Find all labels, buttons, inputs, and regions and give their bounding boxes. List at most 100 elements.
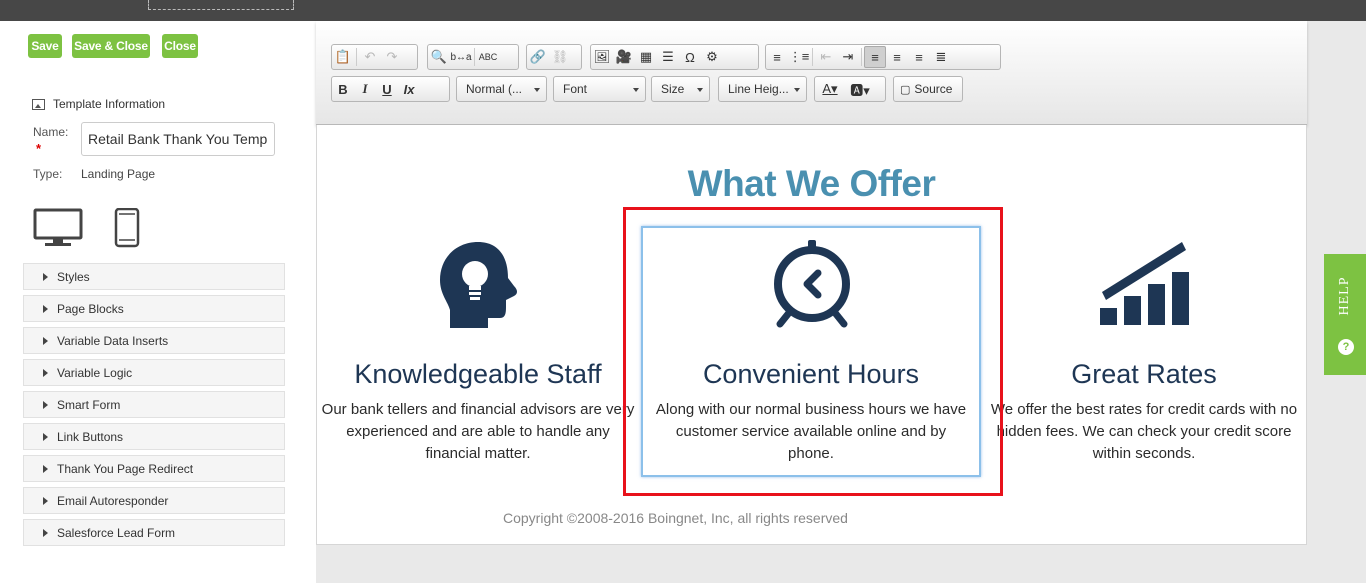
bold-button[interactable]: B: [332, 78, 354, 100]
accordion-page-blocks[interactable]: Page Blocks: [23, 295, 285, 322]
align-left-icon[interactable]: ≡: [864, 46, 886, 68]
align-center-icon[interactable]: ≡: [886, 46, 908, 68]
replace-icon[interactable]: b↔a: [450, 46, 472, 68]
horizontal-line-icon[interactable]: ☰: [657, 46, 679, 68]
spellcheck-icon[interactable]: ABC: [477, 46, 499, 68]
line-height-select-label: Line Heig...: [728, 82, 789, 96]
chevron-down-icon: [534, 88, 540, 92]
template-information-title: Template Information: [53, 97, 166, 111]
table-icon[interactable]: ▦: [635, 46, 657, 68]
chevron-right-icon: [43, 529, 48, 537]
help-label: HELP: [1337, 276, 1352, 316]
special-character-icon[interactable]: Ω: [679, 46, 701, 68]
chevron-right-icon: [43, 433, 48, 441]
left-panel: Save Save & Close Close Template Informa…: [0, 21, 316, 583]
name-label: Name:: [33, 125, 69, 139]
link-icon[interactable]: 🔗: [527, 46, 549, 68]
align-right-icon[interactable]: ≡: [908, 46, 930, 68]
remove-format-icon[interactable]: Ix: [398, 78, 420, 100]
type-value: Landing Page: [81, 167, 156, 181]
chevron-right-icon: [43, 305, 48, 313]
selection-outline: [148, 0, 294, 10]
line-height-select[interactable]: Line Heig...: [718, 76, 807, 102]
size-select[interactable]: Size: [651, 76, 710, 102]
image-icon: [32, 98, 45, 110]
numbered-list-icon[interactable]: ≡: [766, 46, 788, 68]
mobile-view-icon[interactable]: [114, 208, 140, 248]
chevron-down-icon: [697, 88, 703, 92]
size-select-label: Size: [661, 82, 685, 96]
toolbar-group-paragraph: ≡ ⋮≡ ⇤ ⇥ ≡ ≡ ≡ ≣: [765, 44, 1001, 70]
toolbar-group-insert: 🖼 🎥 ▦ ☰ Ω ⚙: [590, 44, 759, 70]
find-icon[interactable]: 🔍: [428, 46, 450, 68]
save-button[interactable]: Save: [28, 34, 62, 58]
highlight-box: [623, 207, 1003, 496]
accordion-smart-form[interactable]: Smart Form: [23, 391, 285, 418]
desktop-view-icon[interactable]: [33, 208, 83, 248]
unlink-icon[interactable]: ⛓: [549, 46, 571, 68]
toolbar-separator: [356, 48, 357, 66]
accordion-variable-data-inserts[interactable]: Variable Data Inserts: [23, 327, 285, 354]
align-justify-icon[interactable]: ≣: [930, 46, 952, 68]
chevron-right-icon: [43, 369, 48, 377]
text-color-icon[interactable]: A▾: [815, 78, 845, 100]
video-icon[interactable]: 🎥: [613, 46, 635, 68]
bulleted-list-icon[interactable]: ⋮≡: [788, 46, 810, 68]
column-title-great-rates: Great Rates: [1071, 359, 1217, 389]
source-icon: ▢: [900, 83, 911, 96]
required-asterisk: *: [36, 141, 42, 156]
background-color-icon[interactable]: 🅰▾: [845, 78, 875, 100]
column-title-knowledgeable-staff: Knowledgeable Staff: [354, 359, 602, 389]
toolbar-separator: [812, 48, 813, 66]
accordion-thank-you-page-redirect[interactable]: Thank You Page Redirect: [23, 455, 285, 482]
format-select[interactable]: Normal (...: [456, 76, 547, 102]
head-lightbulb-icon: [440, 242, 517, 328]
accordion-email-autoresponder[interactable]: Email Autoresponder: [23, 487, 285, 514]
redo-icon[interactable]: ↷: [381, 46, 403, 68]
save-close-button[interactable]: Save & Close: [72, 34, 150, 58]
close-button[interactable]: Close: [162, 34, 198, 58]
column-text-knowledgeable-staff: Our bank tellers and financial advisors …: [321, 401, 635, 462]
help-question-icon: ?: [1338, 339, 1354, 355]
paste-icon[interactable]: 📋: [332, 46, 354, 68]
underline-button[interactable]: U: [376, 78, 398, 100]
editor-toolbar: 📋 ↶ ↷ 🔍 b↔a ABC 🔗 ⛓ 🖼 🎥 ▦ ☰ Ω ⚙ ≡ ⋮≡ ⇤ ⇥…: [316, 21, 1307, 125]
template-name-input[interactable]: [81, 122, 275, 156]
accordion-label: Variable Logic: [57, 365, 133, 380]
copyright-text: Copyright ©2008-2016 Boingnet, Inc, all …: [503, 510, 848, 526]
chevron-down-icon: [633, 88, 639, 92]
accordion-link-buttons[interactable]: Link Buttons: [23, 423, 285, 450]
column-text-great-rates: We offer the best rates for credit cards…: [990, 401, 1298, 462]
source-button[interactable]: ▢ Source: [893, 76, 963, 102]
chevron-right-icon: [43, 337, 48, 345]
toolbar-group-colors: A▾ 🅰▾: [814, 76, 886, 102]
undo-icon[interactable]: ↶: [359, 46, 381, 68]
image-icon[interactable]: 🖼: [591, 46, 613, 68]
outdent-icon[interactable]: ⇤: [815, 46, 837, 68]
font-select-label: Font: [563, 82, 588, 96]
chevron-down-icon: [794, 88, 800, 92]
accordion-salesforce-lead-form[interactable]: Salesforce Lead Form: [23, 519, 285, 546]
toolbar-separator: [861, 48, 862, 66]
help-tab[interactable]: HELP ?: [1324, 254, 1366, 375]
font-select[interactable]: Font: [553, 76, 646, 102]
accordion-label: Link Buttons: [57, 429, 124, 444]
accordion-label: Styles: [57, 269, 90, 284]
indent-icon[interactable]: ⇥: [837, 46, 859, 68]
accordion-label: Salesforce Lead Form: [57, 525, 176, 540]
accordion-variable-logic[interactable]: Variable Logic: [23, 359, 285, 386]
bar-chart-growth-icon: [1100, 242, 1189, 325]
section-heading: What We Offer: [687, 163, 936, 204]
chevron-right-icon: [43, 497, 48, 505]
accordion-label: Email Autoresponder: [57, 493, 169, 508]
toolbar-group-find: 🔍 b↔a ABC: [427, 44, 519, 70]
source-label: Source: [914, 82, 953, 96]
type-label: Type:: [33, 167, 63, 181]
italic-button[interactable]: I: [354, 78, 376, 100]
accordion-styles[interactable]: Styles: [23, 263, 285, 290]
format-select-label: Normal (...: [466, 82, 523, 96]
toolbar-group-link: 🔗 ⛓: [526, 44, 582, 70]
gear-icon[interactable]: ⚙: [701, 46, 723, 68]
accordion-label: Thank You Page Redirect: [57, 461, 194, 476]
top-bar: [0, 0, 1366, 21]
